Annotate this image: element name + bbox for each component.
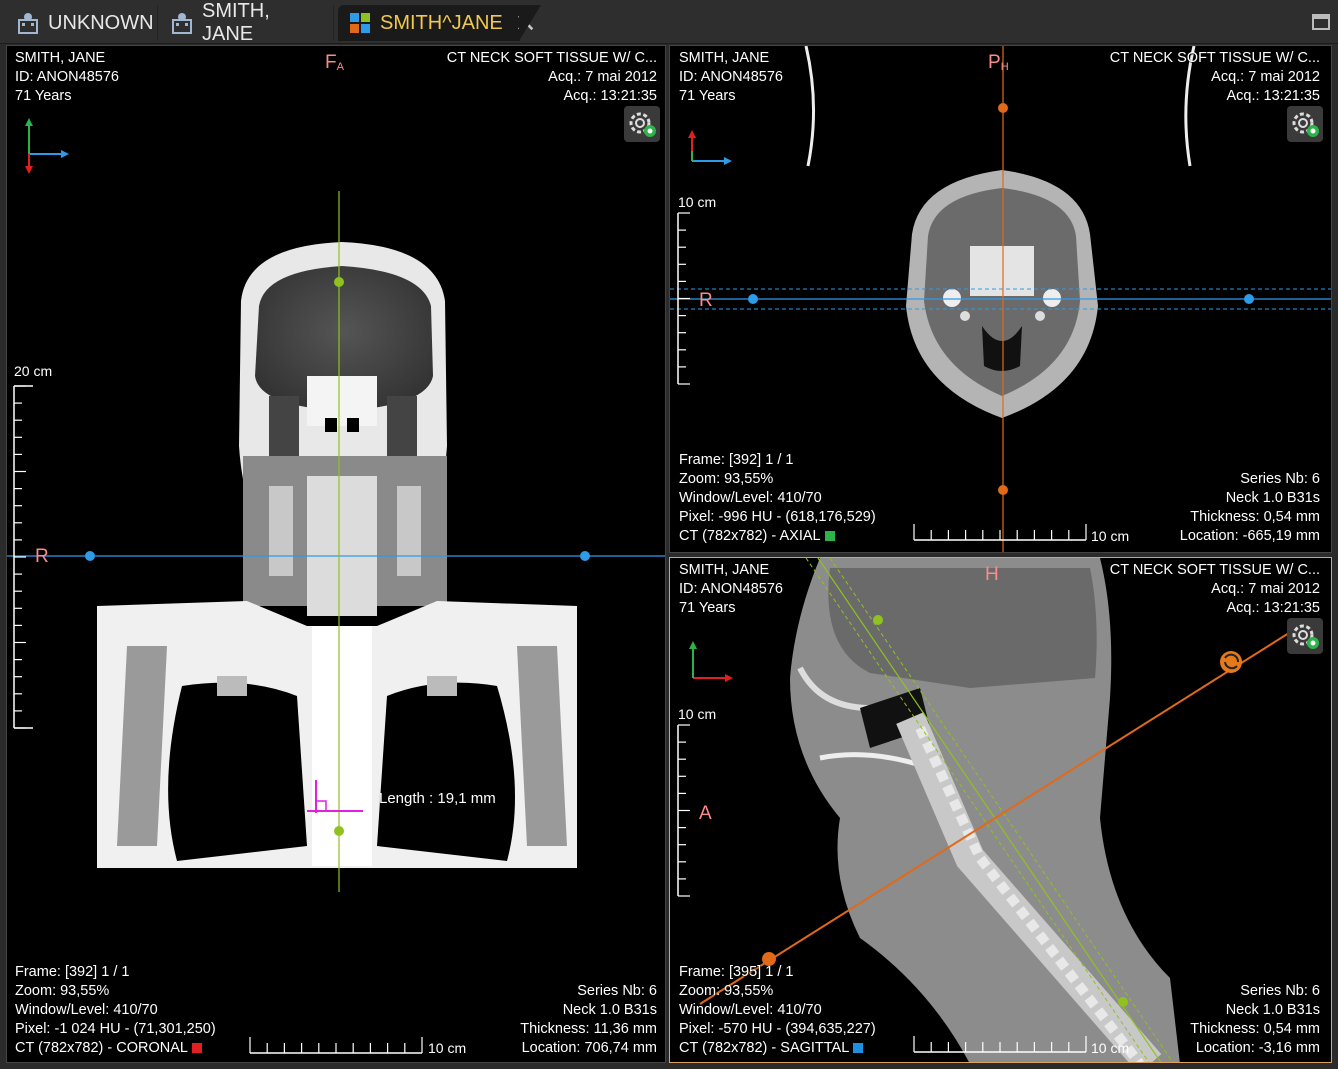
maximize-icon[interactable] <box>1312 14 1330 30</box>
patient-id: ID: ANON48576 <box>679 69 783 85</box>
overlay-top-right: CT NECK SOFT TISSUE W/ C... Acq.: 7 mai … <box>1110 49 1320 106</box>
vertical-scale-label: 10 cm <box>678 706 717 722</box>
acquisition-time: Acq.: 13:21:35 <box>1226 600 1320 616</box>
patient-icon <box>16 11 40 35</box>
tab-label: SMITH^JANE <box>380 11 503 34</box>
acquisition-date: Acq.: 7 mai 2012 <box>548 69 657 85</box>
series-number: Series Nb: 6 <box>1240 983 1320 999</box>
overlay-top-left: SMITH, JANE ID: ANON48576 71 Years <box>15 49 119 106</box>
patient-name: SMITH, JANE <box>679 562 770 578</box>
tab-label: SMITH, JANE <box>202 0 270 45</box>
tab-bar: UNKNOWN SMITH, JANE SMITH^JANE ✕ <box>0 0 1338 45</box>
view-info: CT (782x782) - SAGITTAL <box>679 1039 876 1058</box>
frame-info: Frame: [395] 1 / 1 <box>679 964 794 980</box>
viewport-sagittal[interactable]: SMITH, JANE ID: ANON48576 71 Years CT NE… <box>669 557 1332 1063</box>
patient-id: ID: ANON48576 <box>15 69 119 85</box>
window-level: Window/Level: 410/70 <box>679 1002 822 1018</box>
frame-info: Frame: [392] 1 / 1 <box>679 452 794 468</box>
vertical-scale-label: 10 cm <box>678 194 717 210</box>
pixel-info: Pixel: -1 024 HU - (71,301,250) <box>15 1021 216 1037</box>
series-description: Neck 1.0 B31s <box>1225 1002 1320 1018</box>
viewport-axial[interactable]: SMITH, JANE ID: ANON48576 71 Years CT NE… <box>669 45 1332 553</box>
zoom-info: Zoom: 93,55% <box>679 983 774 999</box>
overlay-top-right: CT NECK SOFT TISSUE W/ C... Acq.: 7 mai … <box>447 49 657 106</box>
orientation-left: A <box>699 803 712 824</box>
series-number: Series Nb: 6 <box>577 983 657 999</box>
orientation-top: PH <box>988 52 1009 73</box>
settings-gear-icon[interactable] <box>624 106 660 142</box>
window-level: Window/Level: 410/70 <box>679 490 822 506</box>
slice-location: Location: -3,16 mm <box>1195 1040 1320 1056</box>
length-measurement[interactable]: Length : 19,1 mm <box>379 790 496 807</box>
overlay-bottom-right: Series Nb: 6 Neck 1.0 B31s Thickness: 0,… <box>1180 470 1320 546</box>
study-description: CT NECK SOFT TISSUE W/ C... <box>1109 50 1320 66</box>
acquisition-date: Acq.: 7 mai 2012 <box>1211 69 1320 85</box>
slice-location: Location: -665,19 mm <box>1179 528 1320 544</box>
close-icon[interactable]: ✕ <box>515 10 537 36</box>
slice-thickness: Thickness: 11,36 mm <box>520 1021 657 1037</box>
overlay-bottom-left: Frame: [392] 1 / 1 Zoom: 93,55% Window/L… <box>679 451 876 546</box>
slice-location: Location: 706,74 mm <box>521 1040 657 1056</box>
overlay-bottom-right: Series Nb: 6 Neck 1.0 B31s Thickness: 0,… <box>1190 982 1320 1058</box>
zoom-info: Zoom: 93,55% <box>679 471 774 487</box>
axial-color-square <box>824 531 835 541</box>
pixel-info: Pixel: -996 HU - (618,176,529) <box>679 509 876 525</box>
tab-smith-jane[interactable]: SMITH, JANE <box>160 0 334 45</box>
acquisition-date: Acq.: 7 mai 2012 <box>1211 581 1320 597</box>
overlay-bottom-left: Frame: [392] 1 / 1 Zoom: 93,55% Window/L… <box>15 963 216 1058</box>
orientation-top: H <box>985 564 999 585</box>
horizontal-scale-label: 10 cm <box>428 1040 467 1056</box>
tab-smith-jane-mpr[interactable]: SMITH^JANE ✕ <box>338 5 541 41</box>
tab-label: UNKNOWN <box>48 11 154 34</box>
view-info: CT (782x782) - AXIAL <box>679 527 876 546</box>
acquisition-time: Acq.: 13:21:35 <box>563 88 657 104</box>
horizontal-scale-label: 10 cm <box>1091 1040 1130 1056</box>
patient-id: ID: ANON48576 <box>679 581 783 597</box>
series-description: Neck 1.0 B31s <box>1225 490 1320 506</box>
frame-info: Frame: [392] 1 / 1 <box>15 964 130 980</box>
zoom-info: Zoom: 93,55% <box>15 983 110 999</box>
horizontal-scale-label: 10 cm <box>1091 528 1130 544</box>
overlay-bottom-left: Frame: [395] 1 / 1 Zoom: 93,55% Window/L… <box>679 963 876 1058</box>
sagittal-color-square <box>853 1043 864 1053</box>
study-description: CT NECK SOFT TISSUE W/ C... <box>1109 562 1320 578</box>
series-description: Neck 1.0 B31s <box>562 1002 657 1018</box>
orientation-left: R <box>699 290 713 311</box>
patient-name: SMITH, JANE <box>15 50 106 66</box>
coronal-color-square <box>191 1043 202 1053</box>
viewport-coronal[interactable]: SMITH, JANE ID: ANON48576 71 Years CT NE… <box>6 45 666 1063</box>
overlay-top-left: SMITH, JANE ID: ANON48576 71 Years <box>679 49 783 106</box>
mpr-icon <box>348 11 372 35</box>
study-description: CT NECK SOFT TISSUE W/ C... <box>446 50 657 66</box>
series-number: Series Nb: 6 <box>1240 471 1320 487</box>
view-info: CT (782x782) - CORONAL <box>15 1039 216 1058</box>
patient-age: 71 Years <box>15 88 72 104</box>
patient-name: SMITH, JANE <box>679 50 770 66</box>
window-level: Window/Level: 410/70 <box>15 1002 158 1018</box>
slice-thickness: Thickness: 0,54 mm <box>1190 509 1320 525</box>
acquisition-time: Acq.: 13:21:35 <box>1226 88 1320 104</box>
overlay-top-right: CT NECK SOFT TISSUE W/ C... Acq.: 7 mai … <box>1110 561 1320 618</box>
patient-icon <box>170 11 194 35</box>
patient-age: 71 Years <box>679 600 736 616</box>
settings-gear-icon[interactable] <box>1287 618 1323 654</box>
vertical-scale-label: 20 cm <box>14 363 53 379</box>
tab-unknown[interactable]: UNKNOWN <box>6 5 158 41</box>
overlay-top-left: SMITH, JANE ID: ANON48576 71 Years <box>679 561 783 618</box>
coronal-image <box>7 118 665 1054</box>
orientation-top: FA <box>325 52 344 73</box>
overlay-bottom-right: Series Nb: 6 Neck 1.0 B31s Thickness: 11… <box>520 982 657 1058</box>
orientation-left: R <box>35 546 49 567</box>
settings-gear-icon[interactable] <box>1287 106 1323 142</box>
patient-age: 71 Years <box>679 88 736 104</box>
pixel-info: Pixel: -570 HU - (394,635,227) <box>679 1021 876 1037</box>
slice-thickness: Thickness: 0,54 mm <box>1190 1021 1320 1037</box>
